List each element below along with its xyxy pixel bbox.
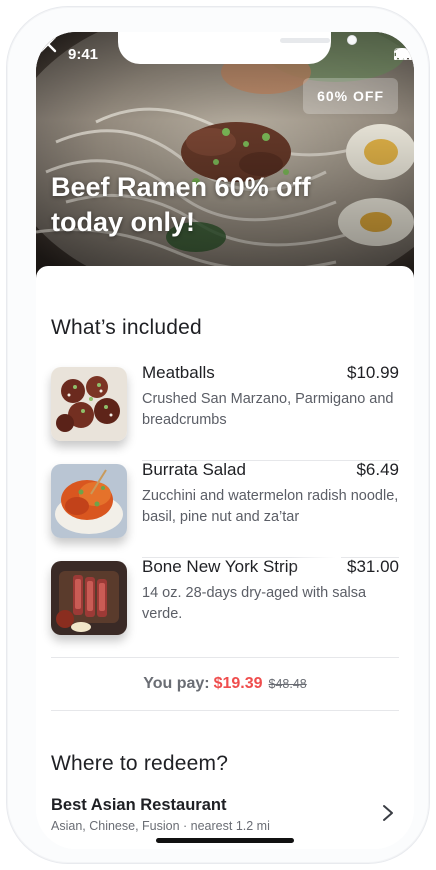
hero-title: Beef Ramen 60% off today only! [51, 172, 311, 237]
redeem-title: Where to redeem? [51, 752, 229, 775]
item-description: Crushed San Marzano, Parmigano and bread… [142, 391, 394, 428]
item-price: $6.49 [356, 460, 399, 479]
item-name: Burrata Salad [142, 460, 246, 479]
close-icon[interactable] [36, 32, 60, 56]
restaurant-meta: Asian, Chinese, Fusion · nearest 1.2 mi [51, 819, 270, 833]
front-camera [347, 35, 357, 45]
battery-icon [394, 48, 414, 60]
item-price: $10.99 [347, 363, 399, 382]
burrata-salad-image [51, 464, 127, 538]
list-item[interactable]: Burrata Salad $6.49 Zucchini and waterme… [51, 460, 399, 558]
pay-label: You pay: [143, 675, 210, 692]
item-price: $31.00 [347, 557, 399, 576]
chevron-right-icon[interactable] [380, 802, 396, 824]
item-description: Zucchini and watermelon radish noodle, b… [142, 488, 399, 525]
hero-overlay [36, 32, 414, 282]
payment-summary: You pay: $19.39 $48.48 [36, 675, 414, 693]
discount-badge: 60% OFF [303, 78, 398, 114]
list-item[interactable]: Bone New York Strip $31.00 14 oz. 28-day… [51, 557, 399, 655]
divider [51, 657, 399, 658]
steak-image [51, 561, 127, 635]
item-name: Meatballs [142, 363, 215, 382]
name-fade [291, 557, 341, 579]
restaurant-name[interactable]: Best Asian Restaurant [51, 796, 226, 815]
details-sheet: What’s included Meatballs $10.99 Crushed… [36, 266, 414, 849]
status-time: 9:41 [68, 46, 99, 63]
app-screen: 9:41 60% OFF Beef Ramen 60% off today on… [36, 32, 414, 849]
list-item[interactable]: Meatballs $10.99 Crushed San Marzano, Pa… [51, 363, 399, 461]
included-title: What’s included [51, 316, 202, 339]
speaker-grille [280, 38, 330, 43]
pay-amount: $19.39 [213, 675, 263, 692]
original-price: $48.48 [268, 677, 307, 691]
hero-banner: 9:41 60% OFF Beef Ramen 60% off today on… [36, 32, 414, 282]
divider [51, 710, 399, 711]
device-notch [118, 32, 357, 64]
phone-frame: 9:41 60% OFF Beef Ramen 60% off today on… [6, 6, 430, 864]
meatballs-image [51, 367, 127, 441]
home-indicator[interactable] [156, 838, 294, 843]
item-description: 14 oz. 28-days dry-aged with salsa verde… [142, 585, 367, 622]
